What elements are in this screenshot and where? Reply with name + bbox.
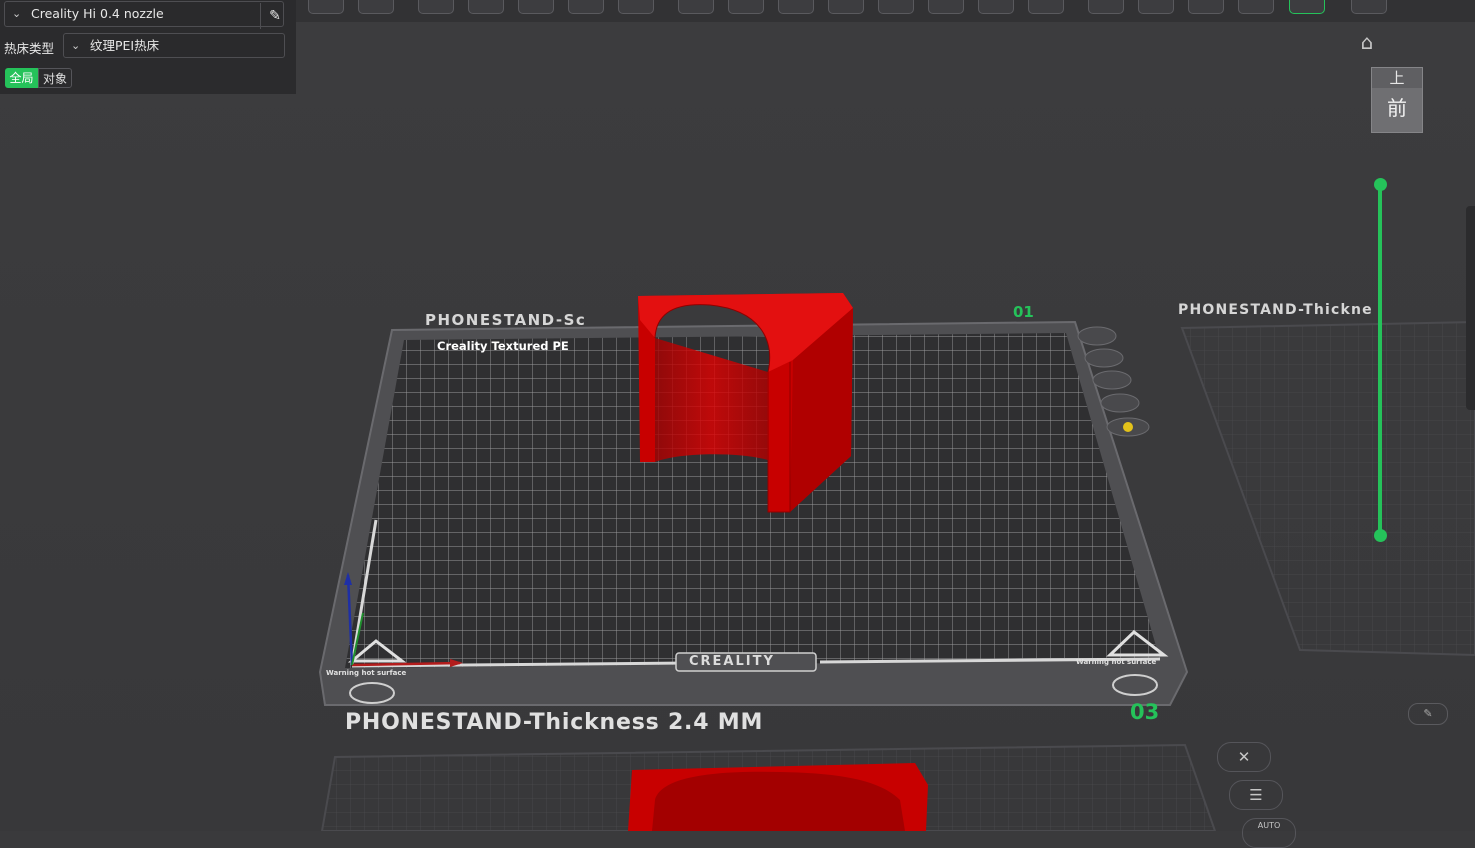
edit-plate-icon[interactable]: ✎ <box>1408 703 1448 725</box>
printer-select[interactable]: ⌄ Creality Hi 0.4 nozzle ✎ <box>4 1 284 29</box>
bed-type-label: 热床类型 <box>4 41 55 56</box>
bed-warning-right: Warning hot surface <box>1076 658 1157 666</box>
tab-object[interactable]: 对象 <box>38 68 72 88</box>
bed-type-value: 纹理PEI热床 <box>90 38 160 53</box>
auto-orient-button[interactable]: AUTO <box>1242 818 1296 848</box>
view-cube-front[interactable]: 前 <box>1372 92 1422 121</box>
layer-slider-track[interactable] <box>1378 184 1382 536</box>
close-icon: ✕ <box>1237 748 1251 766</box>
3d-viewport[interactable]: PHONESTAND-Sc 01 PHONESTAND-Thickne PHON… <box>0 0 1475 848</box>
layer-slider-bottom-handle[interactable] <box>1374 529 1387 542</box>
tab-global[interactable]: 全局 <box>5 68 38 88</box>
plate-name-right[interactable]: PHONESTAND-Thickne <box>1178 302 1468 318</box>
view-cube[interactable]: 上 前 <box>1371 67 1423 133</box>
bed-type-select[interactable]: ⌄ 纹理PEI热床 <box>63 33 285 58</box>
plate-name-main[interactable]: PHONESTAND-Sc <box>425 311 637 329</box>
view-cube-top[interactable]: 上 <box>1372 68 1422 88</box>
chevron-down-icon: ⌄ <box>12 7 22 20</box>
plate-number-bottom: 03 <box>1130 700 1160 724</box>
scene-svg <box>318 293 1475 831</box>
pencil-icon: ✎ <box>269 8 281 24</box>
chevron-down-icon: ⌄ <box>71 39 81 52</box>
plate-name-bottom[interactable]: PHONESTAND-Thickness 2.4 MM <box>345 710 763 735</box>
list-icon: ☰ <box>1249 786 1263 804</box>
plate-number-main: 01 <box>1013 303 1034 321</box>
printer-select-value: Creality Hi 0.4 nozzle <box>31 6 164 21</box>
close-plate-button[interactable]: ✕ <box>1217 742 1271 772</box>
bed-surface-label: Creality Textured PE <box>437 339 569 353</box>
edit-printer-button[interactable]: ✎ <box>260 3 289 29</box>
layer-slider-top-handle[interactable] <box>1374 178 1387 191</box>
arrange-plate-button[interactable]: ☰ <box>1229 780 1283 810</box>
bed-warning-left: Warning hot surface <box>326 669 407 677</box>
right-plate[interactable] <box>1180 320 1475 657</box>
bed-brand-label: CREALITY <box>689 654 775 669</box>
settings-panel: ⌄ Creality Hi 0.4 nozzle ✎ 热床类型 ⌄ 纹理PEI热… <box>0 0 296 94</box>
home-view-icon[interactable]: ⌂ <box>1355 31 1379 53</box>
phone-stand-model-2[interactable] <box>628 763 928 831</box>
right-side-toolbar[interactable] <box>1466 206 1475 410</box>
